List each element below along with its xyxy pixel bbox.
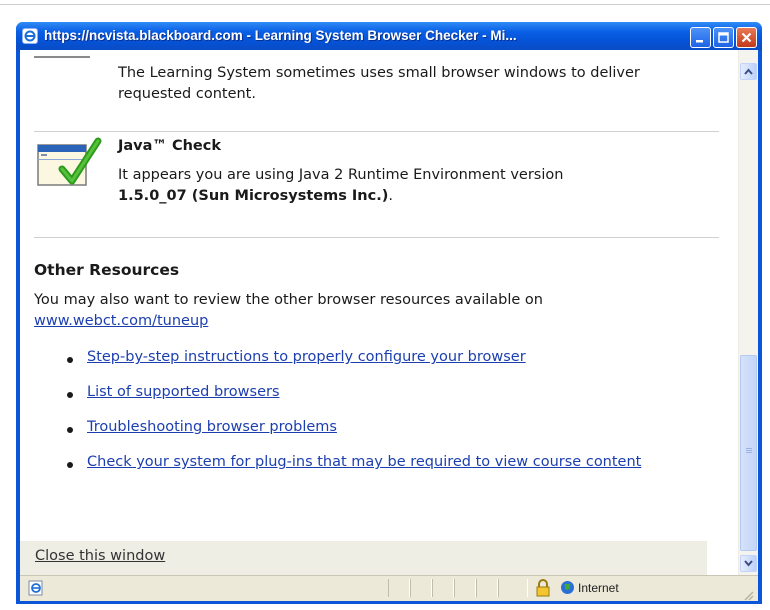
scroll-down-button[interactable] [740,555,757,572]
bullet [67,392,73,398]
security-zone: Internet [578,581,619,595]
java-check-title: Java™ Check [118,138,222,154]
resource-link-supported-browsers[interactable]: List of supported browsers [87,382,280,403]
maximize-icon [718,32,729,43]
page-content[interactable]: The Learning System sometimes uses small… [20,50,738,575]
java-check-description: It appears you are using Java 2 Runtime … [118,165,708,207]
chevron-up-icon [744,68,753,75]
scroll-up-button[interactable] [740,63,757,80]
resource-link-plugins[interactable]: Check your system for plug-ins that may … [87,452,707,473]
java-version-period: . [388,188,393,204]
vertical-scrollbar[interactable] [738,50,758,575]
close-button[interactable] [736,27,757,48]
popup-check-text: The Learning System sometimes uses small… [118,65,640,102]
close-window-link[interactable]: Close this window [35,548,165,564]
java-version: 1.5.0_07 (Sun Microsystems Inc.) [118,188,389,204]
browser-popup-window: https://ncvista.blackboard.com - Learnin… [16,22,762,604]
other-resources-heading: Other Resources [34,261,180,279]
minimize-icon [696,40,703,43]
window-client-area: The Learning System sometimes uses small… [20,50,758,601]
close-icon [741,32,752,43]
ie-page-icon [22,28,38,44]
chevron-down-icon [744,560,753,567]
other-resources-intro: You may also want to review the other br… [34,290,714,332]
status-segment [454,579,476,597]
divider [34,131,719,132]
java-check-icon [36,133,106,195]
tuneup-link[interactable]: www.webct.com/tuneup [34,313,208,329]
desktop-edge [0,0,770,5]
status-segment [410,579,432,597]
scroll-thumb[interactable] [740,355,757,551]
status-segment [388,579,410,597]
java-check-text: It appears you are using Java 2 Runtime … [118,167,564,183]
scrolled-icon-remnant [34,50,90,58]
intro-text: You may also want to review the other br… [34,292,543,308]
resize-grip-icon[interactable] [742,586,754,605]
maximize-button[interactable] [713,27,734,48]
globe-icon [560,580,575,599]
lock-icon [535,579,551,601]
ie-page-icon [28,580,44,600]
resource-link-troubleshooting[interactable]: Troubleshooting browser problems [87,417,337,438]
divider [34,237,719,238]
window-title: https://ncvista.blackboard.com - Learnin… [44,28,517,43]
minimize-button[interactable] [690,27,711,48]
scroll-grip-icon [746,448,752,454]
resource-link-configure[interactable]: Step-by-step instructions to properly co… [87,347,526,368]
bullet [67,462,73,468]
status-segment [432,579,454,597]
status-segment [498,579,528,597]
title-bar[interactable]: https://ncvista.blackboard.com - Learnin… [16,22,762,50]
status-segment [476,579,498,597]
bullet [67,427,73,433]
status-bar: Internet [20,575,758,601]
close-window-bar: Close this window [20,541,707,575]
bullet [67,357,73,363]
